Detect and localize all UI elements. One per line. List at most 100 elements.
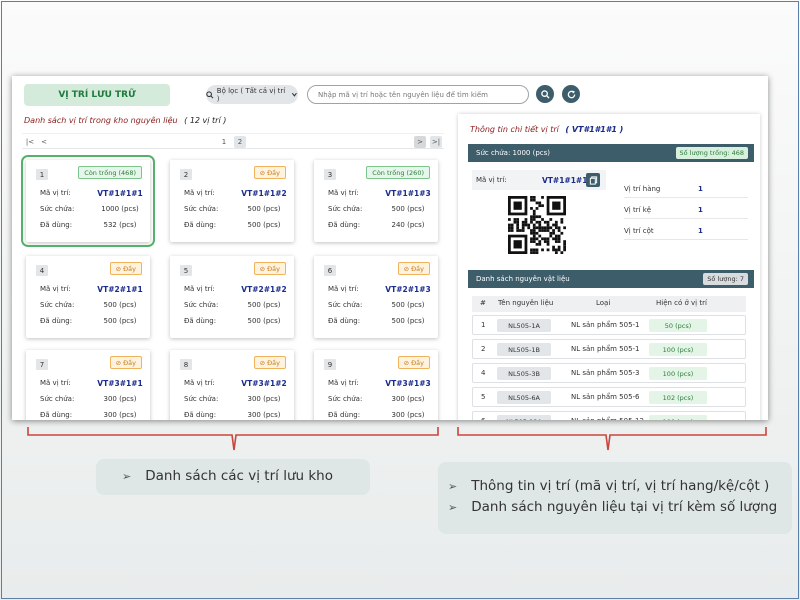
qr-code-icon xyxy=(508,196,566,254)
card-value-code: VT#2#1#2 xyxy=(241,285,287,294)
card-label-used: Đã dùng: xyxy=(328,317,361,325)
card-row-capacity: Sức chứa: 1000 (pcs) xyxy=(40,205,146,213)
table-row[interactable]: 6 NL505-12A NL sản phẩm 505-12 100 (pcs) xyxy=(472,411,746,420)
left-bracket xyxy=(27,427,439,451)
right-callout-text-2: Danh sách nguyên liệu tại vị trí kèm số … xyxy=(471,499,778,515)
card-value-used: 300 (pcs) xyxy=(247,411,281,419)
card-row-capacity: Sức chứa: 500 (pcs) xyxy=(184,301,290,309)
location-card[interactable]: 2 ⊘ Đầy Mã vị trí: VT#1#1#2 Sức chứa: 500 (pcs… xyxy=(170,160,294,242)
card-index: 7 xyxy=(36,359,48,370)
row-index: 2 xyxy=(481,345,486,353)
card-value-used: 500 (pcs) xyxy=(247,221,281,229)
status-badge: ⊘ Đầy xyxy=(397,262,430,275)
search-button[interactable] xyxy=(536,85,554,103)
card-value-code: VT#2#1#3 xyxy=(385,285,431,294)
card-index: 5 xyxy=(180,265,192,276)
card-label-code: Mã vị trí: xyxy=(184,379,215,387)
materials-bar: Danh sách nguyên vật liệu Số lượng: 7 xyxy=(468,270,754,288)
status-badge: ⊘ Đầy xyxy=(253,166,286,179)
empty-quantity-tag: Số lượng trống: 468 xyxy=(675,147,748,159)
status-badge: Còn trống (468) xyxy=(78,166,142,179)
status-badge: Còn trống (260) xyxy=(366,166,430,179)
table-row[interactable]: 4 NL505-3B NL sản phẩm 505-3 100 (pcs) xyxy=(472,363,746,383)
material-qty: 100 (pcs) xyxy=(649,367,707,380)
card-row-capacity: Sức chứa: 500 (pcs) xyxy=(328,301,434,309)
card-row-capacity: Sức chứa: 300 (pcs) xyxy=(184,395,290,403)
search-input[interactable] xyxy=(307,85,529,104)
card-row-code: Mã vị trí: VT#2#1#3 xyxy=(328,285,434,294)
copy-button[interactable] xyxy=(586,173,600,187)
material-type: NL sản phẩm 505-12 xyxy=(571,417,644,420)
card-index: 8 xyxy=(180,359,192,370)
material-name: NL505-3B xyxy=(497,367,551,380)
card-index: 6 xyxy=(324,265,336,276)
card-label-used: Đã dùng: xyxy=(40,221,73,229)
card-label-used: Đã dùng: xyxy=(328,411,361,419)
page-1-button[interactable]: 1 xyxy=(218,136,230,148)
table-row[interactable]: 1 NL505-1A NL sản phẩm 505-1 50 (pcs) xyxy=(472,315,746,335)
materials-table-header: # Tên nguyên liệu Loại Hiện có ở vị trí xyxy=(472,296,746,312)
position-label: Vị trí hàng xyxy=(624,184,661,193)
card-row-used: Đã dùng: 532 (pcs) xyxy=(40,221,146,229)
row-index: 1 xyxy=(481,321,486,329)
card-index: 4 xyxy=(36,265,48,276)
app-window: VỊ TRÍ LƯU TRỮ Bộ lọc ( Tất cả vị trí ) … xyxy=(12,76,768,420)
table-row[interactable]: 2 NL505-1B NL sản phẩm 505-1 100 (pcs) xyxy=(472,339,746,359)
location-code-label: Mã vị trí: xyxy=(476,176,507,184)
card-row-used: Đã dùng: 500 (pcs) xyxy=(328,317,434,325)
position-row: Vị trí cột 1 xyxy=(624,222,748,240)
status-text: Đầy xyxy=(267,264,280,273)
card-value-code: VT#3#1#1 xyxy=(97,379,143,388)
position-label: Vị trí kệ xyxy=(624,205,652,214)
card-label-capacity: Sức chứa: xyxy=(40,205,75,213)
full-status-icon: ⊘ xyxy=(259,358,266,367)
card-index: 9 xyxy=(324,359,336,370)
prev-page-button[interactable]: < xyxy=(38,136,50,148)
location-count: ( 12 vị trí ) xyxy=(184,116,227,125)
copy-icon xyxy=(589,175,597,185)
arrow-bullet-icon: ➢ xyxy=(122,469,132,483)
filter-dropdown[interactable]: Bộ lọc ( Tất cả vị trí ) xyxy=(206,85,298,104)
capacity-text: Sức chứa: 1000 (pcs) xyxy=(476,149,550,157)
location-card[interactable]: 9 ⊘ Đầy Mã vị trí: VT#3#1#3 Sức chứa: 300 (pcs… xyxy=(314,350,438,420)
card-label-code: Mã vị trí: xyxy=(184,189,215,197)
card-value-code: VT#1#1#2 xyxy=(241,189,287,198)
detail-heading: Thông tin chi tiết vị trí xyxy=(470,125,559,134)
card-row-used: Đã dùng: 240 (pcs) xyxy=(328,221,434,229)
card-value-capacity: 500 (pcs) xyxy=(247,205,281,213)
status-badge: ⊘ Đầy xyxy=(397,356,430,369)
location-card[interactable]: 8 ⊘ Đầy Mã vị trí: VT#3#1#2 Sức chứa: 300 (pcs… xyxy=(170,350,294,420)
status-text: Đầy xyxy=(123,264,136,273)
card-row-code: Mã vị trí: VT#2#1#1 xyxy=(40,285,146,294)
materials-count-tag: Số lượng: 7 xyxy=(703,273,748,285)
card-label-used: Đã dùng: xyxy=(184,221,217,229)
location-card[interactable]: 5 ⊘ Đầy Mã vị trí: VT#2#1#2 Sức chứa: 500 (pcs… xyxy=(170,256,294,338)
next-page-button[interactable]: > xyxy=(414,136,426,148)
card-index: 3 xyxy=(324,169,336,180)
refresh-icon xyxy=(567,89,575,98)
card-index: 1 xyxy=(36,169,48,180)
card-label-code: Mã vị trí: xyxy=(328,189,359,197)
last-page-button[interactable]: >| xyxy=(430,136,442,148)
card-value-used: 500 (pcs) xyxy=(247,317,281,325)
first-page-button[interactable]: |< xyxy=(24,136,36,148)
location-card[interactable]: 7 ⊘ Đầy Mã vị trí: VT#3#1#1 Sức chứa: 300 (pcs… xyxy=(26,350,150,420)
refresh-button[interactable] xyxy=(562,85,580,103)
location-card[interactable]: 3 Còn trống (260) Mã vị trí: VT#1#1#3 Sức ch… xyxy=(314,160,438,242)
filter-icon xyxy=(206,90,214,98)
row-index: 6 xyxy=(481,417,485,420)
card-row-used: Đã dùng: 500 (pcs) xyxy=(40,317,146,325)
header-qty: Hiện có ở vị trí xyxy=(656,299,707,307)
arrow-bullet-icon: ➢ xyxy=(448,479,458,493)
card-label-code: Mã vị trí: xyxy=(40,189,71,197)
page-2-button[interactable]: 2 xyxy=(234,136,246,148)
card-label-code: Mã vị trí: xyxy=(40,285,71,293)
location-card[interactable]: 4 ⊘ Đầy Mã vị trí: VT#2#1#1 Sức chứa: 500 (pcs… xyxy=(26,256,150,338)
status-text: Còn trống (260) xyxy=(372,168,424,177)
table-row[interactable]: 5 NL505-6A NL sản phẩm 505-6 102 (pcs) xyxy=(472,387,746,407)
material-type: NL sản phẩm 505-3 xyxy=(571,369,640,377)
status-badge: ⊘ Đầy xyxy=(109,356,142,369)
card-row-capacity: Sức chứa: 500 (pcs) xyxy=(328,205,434,213)
location-card[interactable]: 6 ⊘ Đầy Mã vị trí: VT#2#1#3 Sức chứa: 500 (pcs… xyxy=(314,256,438,338)
location-card[interactable]: 1 Còn trống (468) Mã vị trí: VT#1#1#1 Sức ch… xyxy=(21,155,155,247)
